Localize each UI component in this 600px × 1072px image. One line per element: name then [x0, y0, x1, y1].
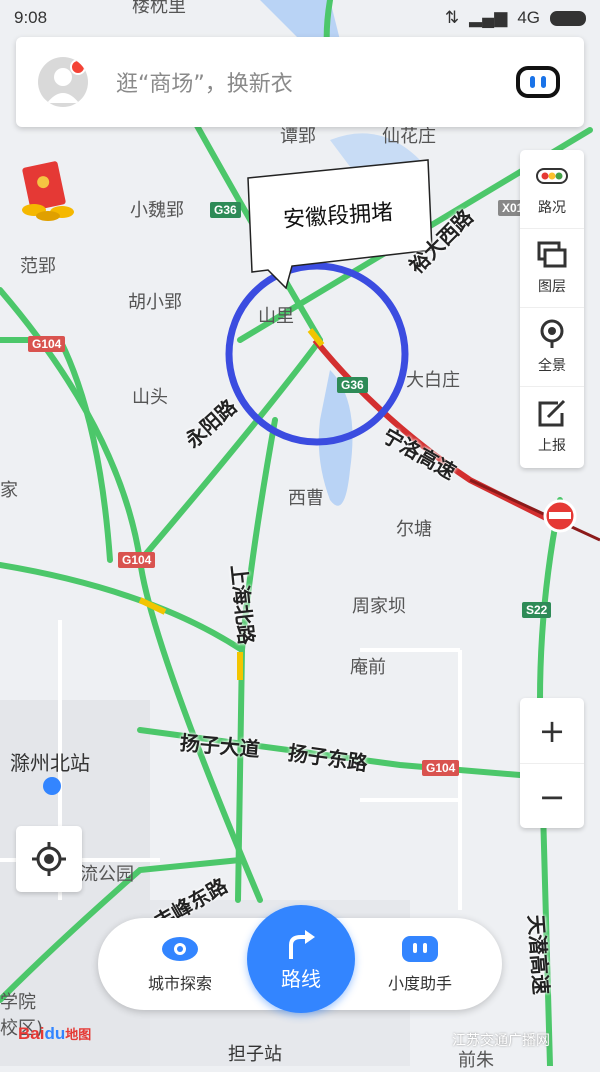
search-bar[interactable]: 逛“商场”，换新衣 — [16, 37, 584, 127]
place-label: 周家坝 — [352, 596, 406, 617]
status-bar: 9:08 ⇅ ▂▄▆ 4G — [0, 0, 600, 36]
place-label: 大白庄 — [406, 370, 460, 391]
locate-button[interactable] — [16, 826, 82, 892]
red-packet-icon[interactable] — [18, 160, 80, 222]
baidu-logo: Baidu地图 — [18, 1024, 92, 1043]
zoom-in-button[interactable]: + — [520, 698, 584, 764]
eye-icon — [162, 937, 198, 961]
road-label-tianqian: 天潜高速 — [523, 913, 554, 996]
watermark: 江苏交通广播网 — [452, 1033, 550, 1049]
report-label: 上报 — [538, 437, 566, 454]
station-label[interactable]: 滁州北站 — [10, 747, 90, 776]
data-arrows-icon: ⇅ — [444, 8, 460, 27]
notification-dot — [70, 59, 86, 75]
place-label: 尔塘 — [396, 519, 432, 540]
place-label: 山头 — [132, 387, 168, 408]
traffic-label: 路况 — [538, 200, 566, 216]
map-tools-panel: 路况 图层 全景 上报 — [520, 150, 584, 468]
battery-icon — [550, 10, 586, 26]
xiaodu-assistant-button[interactable]: 小度助手 — [360, 918, 480, 1010]
place-label: 胡小郢 — [128, 292, 182, 313]
place-label: 庵前 — [350, 657, 386, 678]
panorama-icon — [540, 319, 564, 348]
status-time: 9:08 — [14, 8, 48, 27]
highway-shield: G104 — [422, 760, 460, 776]
layers-label: 图层 — [538, 279, 566, 295]
zoom-controls: + − — [520, 698, 584, 828]
layers-button[interactable]: 图层 — [520, 229, 584, 308]
layers-icon — [537, 241, 567, 268]
traffic-button[interactable]: 路况 — [520, 150, 584, 229]
place-label: 小魏郢 — [130, 200, 184, 221]
panorama-label: 全景 — [538, 358, 566, 374]
highway-shield: G104 — [118, 552, 156, 568]
highway-shield: G36 — [337, 377, 368, 393]
report-icon — [538, 399, 566, 426]
assistant-label: 小度助手 — [387, 974, 452, 993]
place-label: 家 — [0, 480, 18, 501]
place-label: 学院 — [0, 992, 36, 1013]
place-label: 范郢 — [20, 256, 56, 277]
network-type: 4G — [517, 8, 540, 27]
traffic-light-icon — [536, 168, 568, 184]
train-station-icon[interactable] — [43, 777, 61, 795]
assistant-icon — [402, 936, 438, 962]
turn-arrow-icon — [289, 929, 315, 959]
highway-shield: S22 — [522, 602, 552, 618]
city-explore-label: 城市探索 — [147, 974, 212, 993]
place-label: 西曹 — [288, 488, 324, 509]
highway-shield: G36 — [210, 202, 241, 218]
route-button[interactable]: 路线 — [247, 905, 355, 1013]
place-label: 担子站 — [228, 1044, 282, 1065]
signal-icon: ▂▄▆ — [469, 8, 508, 27]
panorama-button[interactable]: 全景 — [520, 308, 584, 387]
search-input[interactable]: 逛“商场”，换新衣 — [116, 66, 516, 98]
highway-shield: G104 — [28, 336, 66, 352]
report-button[interactable]: 上报 — [520, 387, 584, 466]
avatar[interactable] — [38, 57, 88, 107]
crosshair-icon — [32, 842, 66, 876]
city-explore-button[interactable]: 城市探索 — [120, 918, 240, 1010]
place-label: 流公园 — [80, 864, 134, 885]
route-label: 路线 — [281, 966, 321, 991]
xiaodu-voice-icon[interactable] — [516, 66, 560, 98]
zoom-out-button[interactable]: − — [520, 764, 584, 829]
place-label: 山里 — [258, 306, 294, 327]
